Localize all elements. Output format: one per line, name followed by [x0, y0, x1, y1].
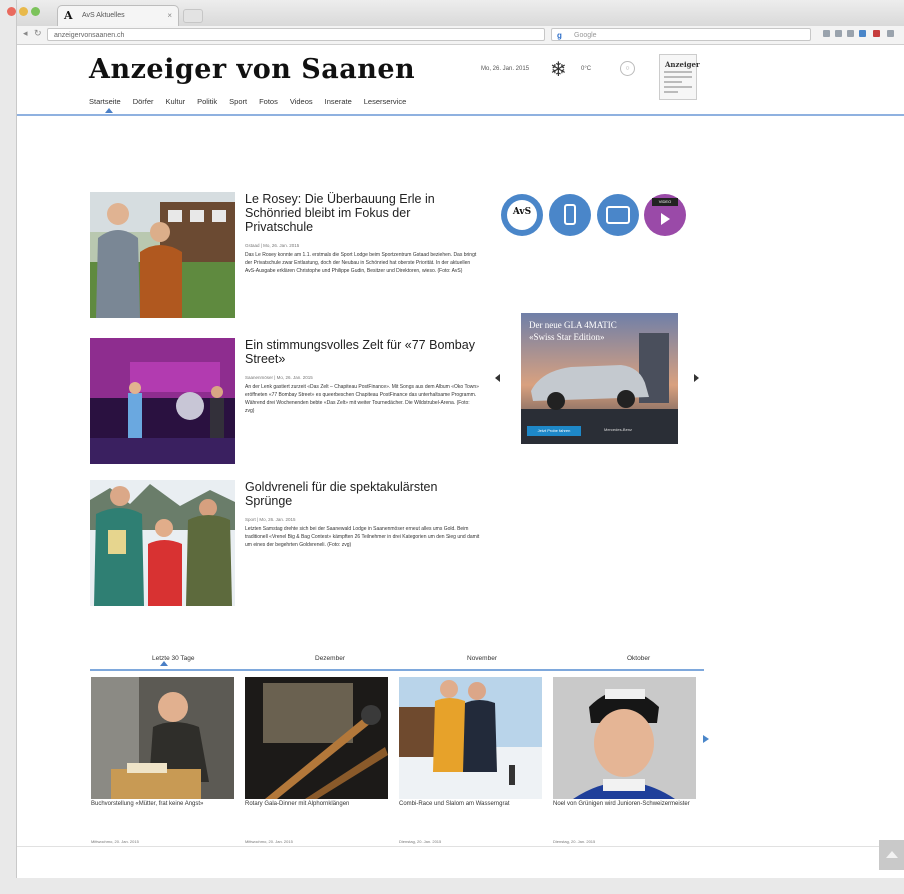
nav-active-indicator	[105, 108, 113, 113]
menu-icon[interactable]	[887, 30, 894, 37]
tab-favicon: A	[64, 9, 73, 22]
nav-item-politik[interactable]: Politik	[197, 97, 217, 111]
tab-active-indicator	[160, 661, 168, 666]
nav-item-leserservice[interactable]: Leserservice	[364, 97, 407, 111]
card-caption[interactable]: Noel von Grünigen wird Junioren-Schweize…	[553, 800, 696, 808]
article-item[interactable]: Ein stimmungsvolles Zelt für «77 Bombay …	[90, 338, 480, 466]
browser-window: A AvS Aktuelles × ◂ ↻ anzeigervonsaanen.…	[7, 0, 904, 878]
article-meta: Gstaad | Mo, 26. Jan. 2015	[245, 243, 300, 248]
ad-next-arrow-icon[interactable]	[694, 374, 699, 382]
app-links: AvS VIDEO	[501, 190, 691, 240]
ad-brand: Mercedes-Benz	[604, 427, 633, 432]
card-date: Mittwochmo, 20. Jan. 2015	[91, 839, 139, 844]
close-tab-icon[interactable]: ×	[167, 11, 172, 20]
smartphone-icon[interactable]	[549, 194, 591, 236]
article-teaser: An der Lenk gastiert zurzeit «Das Zelt –…	[245, 384, 479, 414]
bookmarks-icon[interactable]	[835, 30, 842, 37]
cards-next-arrow-icon[interactable]	[703, 735, 709, 743]
article-title[interactable]: Ein stimmungsvolles Zelt für «77 Bombay …	[245, 338, 475, 366]
card-image[interactable]	[245, 677, 388, 799]
article-title[interactable]: Le Rosey: Die Überbauung Erle in Schönri…	[245, 192, 475, 234]
nav-item-kultur[interactable]: Kultur	[166, 97, 186, 111]
article-item[interactable]: Goldvreneli für die spektakulärsten Sprü…	[90, 480, 480, 608]
search-icon[interactable]: ○	[620, 61, 635, 76]
article-image[interactable]	[90, 338, 235, 464]
video-icon[interactable]: VIDEO	[644, 194, 686, 236]
tab-letzte-30-tage[interactable]: Letzte 30 Tage	[152, 655, 195, 662]
address-bar[interactable]: anzeigervonsaanen.ch	[47, 28, 545, 41]
card-caption[interactable]: Rotary Gala-Dinner mit Alphornklängen	[245, 800, 388, 808]
card-image[interactable]	[553, 677, 696, 799]
ad-cta-button[interactable]: Jetzt Probe fahren	[527, 426, 581, 436]
minimize-window-icon[interactable]	[19, 7, 28, 16]
card-date: Mittwochmo, 20. Jan. 2015	[245, 839, 293, 844]
search-engine-icon: g	[557, 31, 562, 40]
article-image[interactable]	[90, 192, 235, 318]
tab-title: AvS Aktuelles	[82, 12, 125, 19]
epaper-thumbnail[interactable]: Anzeiger	[659, 54, 700, 100]
epaper-title: Anzeiger	[665, 60, 700, 69]
addon-icon[interactable]	[873, 30, 880, 37]
tab-dezember[interactable]: Dezember	[315, 655, 345, 662]
tab-oktober[interactable]: Oktober	[627, 655, 650, 662]
new-tab-button[interactable]	[183, 9, 203, 23]
bookmark-star-icon[interactable]	[823, 30, 830, 37]
article-image[interactable]	[90, 480, 235, 606]
search-placeholder: Google	[574, 32, 597, 39]
browser-toolbar: ◂ ↻ anzeigervonsaanen.ch g Google	[17, 26, 904, 45]
scroll-to-top-button[interactable]	[879, 840, 904, 870]
card-caption[interactable]: Combi-Race und Slalom am Wasserngrat	[399, 800, 542, 808]
site-logo[interactable]: Anzeiger von Saanen	[89, 54, 415, 85]
site-header: Anzeiger von Saanen Mo, 26. Jan. 2015 ❄ …	[17, 44, 904, 116]
downloads-icon[interactable]	[847, 30, 854, 37]
temperature: 0°C	[581, 66, 592, 72]
avs-app-icon[interactable]: AvS	[501, 194, 543, 236]
article-meta: Saanenmöser | Mo, 26. Jan. 2015	[245, 375, 313, 380]
tablet-icon[interactable]	[597, 194, 639, 236]
snowflake-icon: ❄	[550, 59, 567, 81]
browser-tab[interactable]: A AvS Aktuelles ×	[57, 5, 179, 27]
close-window-icon[interactable]	[7, 7, 16, 16]
tab-november[interactable]: November	[467, 655, 497, 662]
card-date: Dienstag, 20. Jan. 2015	[399, 839, 442, 844]
archive-tabs: Letzte 30 Tage Dezember November Oktober	[90, 651, 704, 671]
maximize-window-icon[interactable]	[31, 7, 40, 16]
ad-prev-arrow-icon[interactable]	[495, 374, 500, 382]
main-nav: Startseite Dörfer Kultur Politik Sport F…	[89, 97, 418, 111]
article-meta: Sport | Mo, 26. Jan. 2015	[245, 517, 296, 522]
nav-item-sport[interactable]: Sport	[229, 97, 247, 111]
article-teaser: Das Le Rosey konnte am 1.1. erstmals die…	[245, 252, 477, 274]
article-teaser: Letzten Samstag drehte sich bei der Saan…	[245, 526, 480, 548]
nav-item-fotos[interactable]: Fotos	[259, 97, 278, 111]
card-caption[interactable]: Buchvorstellung «Mütter, frat keine Angs…	[91, 800, 234, 808]
current-date: Mo, 26. Jan. 2015	[481, 66, 530, 72]
ad-headline: Der neue GLA 4MATIC «Swiss Star Edition»	[529, 320, 617, 342]
browser-titlebar: A AvS Aktuelles ×	[7, 0, 904, 27]
browser-search-input[interactable]: g Google	[551, 28, 811, 41]
card-image[interactable]	[91, 677, 234, 799]
card-date: Dienstag, 20. Jan. 2015	[553, 839, 596, 844]
nav-item-doerfer[interactable]: Dörfer	[133, 97, 154, 111]
nav-item-videos[interactable]: Videos	[290, 97, 313, 111]
nav-item-inserate[interactable]: Inserate	[325, 97, 352, 111]
reload-button[interactable]: ↻	[34, 28, 42, 39]
advertisement-banner[interactable]: Der neue GLA 4MATIC «Swiss Star Edition»…	[521, 313, 678, 444]
article-item[interactable]: Le Rosey: Die Überbauung Erle in Schönri…	[90, 192, 480, 320]
footer-divider	[17, 846, 904, 847]
home-icon[interactable]	[859, 30, 866, 37]
article-title[interactable]: Goldvreneli für die spektakulärsten Sprü…	[245, 480, 475, 508]
back-button[interactable]: ◂	[23, 28, 28, 39]
card-image[interactable]	[399, 677, 542, 799]
